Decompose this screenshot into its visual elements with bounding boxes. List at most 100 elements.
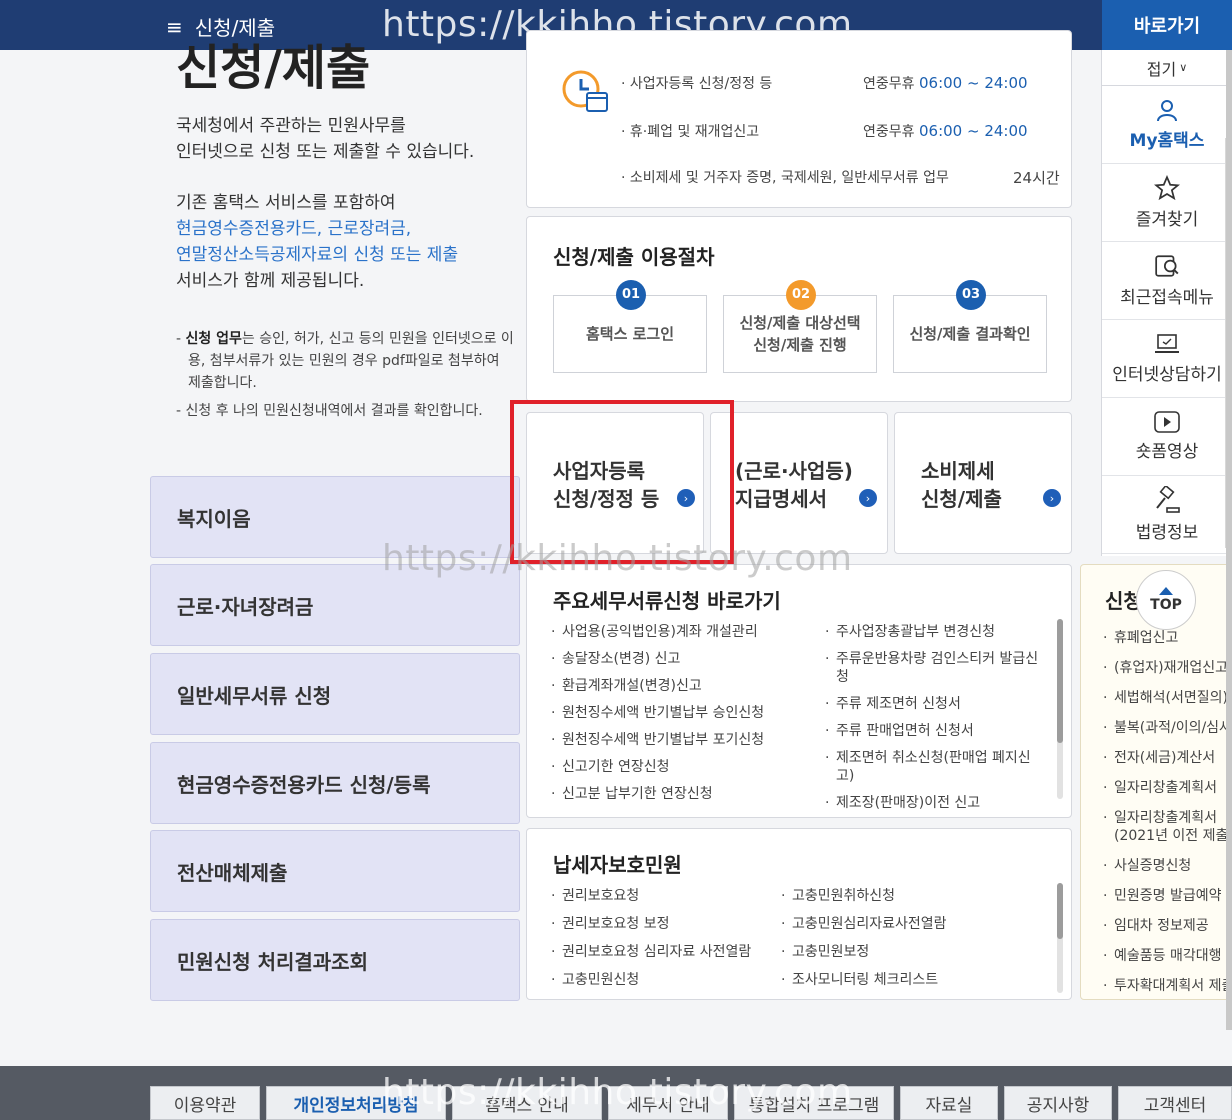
tax-list-2: 고충민원취하신청 고충민원심리자료사전열람 고충민원보정 조사모니터링 체크리스… [781,887,1041,989]
docs-link[interactable]: 원천징수세액 반기별납부 승인신청 [551,704,821,722]
tile-consumption-tax[interactable]: 소비제세 신청/제출 › [894,412,1072,554]
top-button[interactable]: TOP [1136,570,1196,630]
side-item-shorts[interactable]: 숏폼영상 [1102,398,1232,476]
footer-data-room[interactable]: 자료실 [900,1086,998,1120]
hours-row: · 소비제세 및 거주자 증명, 국제세원, 일반세무서류 업무 24시간 [621,167,1060,187]
gavel-icon [1156,486,1180,513]
fold-label: 접기 [1146,59,1177,79]
tax-link[interactable]: 고충민원심리자료사전열람 [781,915,1041,933]
side-item-law[interactable]: 법령정보 [1102,476,1232,554]
tax-link[interactable]: 권리보호요청 [551,887,787,905]
side-item-favorites[interactable]: 즐겨찾기 [1102,164,1232,242]
docs-list-1: 사업용(공익법인용)계좌 개설관리 송달장소(변경) 신고 환급계좌개설(변경)… [551,623,821,803]
application-link[interactable]: 전자(세금)계산서 [1103,749,1232,767]
docs-link[interactable]: 제조면허 취소신청(판매업 폐지신고) [825,749,1049,785]
fold-button[interactable]: 접기 ∨ [1102,50,1232,86]
tile-line: (근로·사업등) [735,459,853,483]
intro-line: 기존 홈택스 서비스를 포함하여 [176,193,396,213]
recent-search-icon [1155,255,1179,277]
tax-link[interactable]: 권리보호요청 보정 [551,915,787,933]
application-link[interactable]: 일자리창출계획서 [1103,779,1232,797]
side-item-recent[interactable]: 최근접속메뉴 [1102,242,1232,320]
taxpayer-protection-panel: 납세자보호민원 권리보호요청 권리보호요청 보정 권리보호요청 심리자료 사전열… [526,828,1072,1000]
step-number: 02 [786,280,816,310]
top-label: TOP [1150,597,1182,613]
big-title: 신청/제출 [176,40,371,96]
quick-link-button[interactable]: 바로가기 [1102,0,1232,50]
intro-highlight: 현금영수증전용카드, 근로장려금, [176,219,412,239]
side-item-label: 숏폼영상 [1135,442,1199,462]
arrow-right-icon: › [859,489,877,507]
docs-link[interactable]: 신고기한 연장신청 [551,758,821,776]
intro-notes: - 신청 업무는 승인, 허가, 신고 등의 민원을 인터넷으로 이용, 첨부서… [176,328,516,428]
hours-value: 24시간 [1013,169,1060,187]
application-link[interactable]: 예술품등 매각대행 [1103,947,1232,965]
clock-calendar-icon [562,70,608,112]
docs-link[interactable]: 신고분 납부기한 연장신청 [551,785,821,803]
docs-link[interactable]: 사업용(공익법인용)계좌 개설관리 [551,623,821,641]
laptop-chat-icon [1155,334,1179,353]
footer-terms[interactable]: 이용약관 [150,1086,260,1120]
application-link[interactable]: 세법해석(서면질의) [1103,689,1232,707]
tile-payment-statement[interactable]: (근로·사업등) 지급명세서 › [710,412,888,554]
docs-link[interactable]: 주류 제조면허 신청서 [825,695,1049,713]
application-link[interactable]: 휴폐업신고 [1103,629,1232,647]
page-scrollbar[interactable] [1226,50,1232,1030]
docs-scrollbar-thumb[interactable] [1057,619,1063,743]
tax-link[interactable]: 고충민원취하신청 [781,887,1041,905]
application-link[interactable]: 사실증명신청 [1103,857,1232,875]
note-bold: 신청 업무 [185,331,242,347]
procedure-title: 신청/제출 이용절차 [553,245,715,269]
application-link[interactable]: 불복(과적/이의/심사) [1103,719,1232,737]
hours-time: 24시간 [1013,167,1060,188]
application-link[interactable]: (휴업자)재개업신고 [1103,659,1232,677]
application-link[interactable]: 민원증명 발급예약 [1103,887,1232,905]
application-link[interactable]: 일자리창출계획서 (2021년 이전 제출) [1103,809,1232,845]
watermark: https://kkihho.tistory.com [382,538,853,579]
docs-link[interactable]: 제조장(판매장)이전 신고 [825,794,1049,812]
intro-line: 서비스가 함께 제공됩니다. [176,271,365,291]
left-menu-result-inquiry[interactable]: 민원신청 처리결과조회 [150,919,520,1001]
tax-link[interactable]: 권리보호요청 심리자료 사전열람 [551,943,787,961]
application-panel: 신청 휴폐업신고 (휴업자)재개업신고 세법해석(서면질의) 불복(과적/이의/… [1080,564,1232,1000]
tax-scrollbar-thumb[interactable] [1057,883,1063,939]
footer-notice[interactable]: 공지사항 [1004,1086,1112,1120]
hours-item: · 사업자등록 신청/정정 등 [621,76,773,92]
intro-highlight: 연말정산소득공제자료의 신청 또는 제출 [176,245,459,265]
arrow-right-icon: › [1043,489,1061,507]
application-link[interactable]: 임대차 정보제공 [1103,917,1232,935]
left-menu-general-docs[interactable]: 일반세무서류 신청 [150,653,520,735]
tile-line: 지급명세서 [735,487,827,511]
left-menu-cash-receipt-card[interactable]: 현금영수증전용카드 신청/등록 [150,742,520,824]
note-item: - 신청 업무는 승인, 허가, 신고 등의 민원을 인터넷으로 이용, 첨부서… [176,328,516,394]
person-icon [1157,100,1177,122]
docs-link[interactable]: 원천징수세액 반기별납부 포기신청 [551,731,821,749]
docs-link[interactable]: 환급계좌개설(변경)신고 [551,677,821,695]
step-line: 신청/제출 진행 [753,336,847,354]
docs-title: 주요세무서류신청 바로가기 [553,589,781,613]
tax-docs-panel: 주요세무서류신청 바로가기 사업용(공익법인용)계좌 개설관리 송달장소(변경)… [526,564,1072,818]
side-item-my-hometax[interactable]: My홈택스 [1102,86,1232,164]
procedure-panel: 신청/제출 이용절차 01 홈택스 로그인 02 신청/제출 대상선택 신청/제출… [526,216,1072,402]
tile-line: 소비제세 [921,459,995,483]
side-item-consult[interactable]: 인터넷상담하기 [1102,320,1232,398]
docs-link[interactable]: 주류운반용차량 검인스티커 발급신청 [825,650,1049,686]
step-number: 01 [616,280,646,310]
note-item: - 신청 후 나의 민원신청내역에서 결과를 확인합니다. [176,403,483,419]
intro-line: 국세청에서 주관하는 민원사무를 [176,116,406,136]
tax-link[interactable]: 고충민원보정 [781,943,1041,961]
hours-time: 연중무휴 06:00 ~ 24:00 [863,73,1028,93]
step-label: 신청/제출 결과확인 [909,325,1031,343]
step-label: 신청/제출 대상선택 신청/제출 진행 [739,312,860,356]
docs-list-2: 주사업장총괄납부 변경신청 주류운반용차량 검인스티커 발급신청 주류 제조면허… [825,623,1049,812]
docs-link[interactable]: 주류 판매업면허 신청서 [825,722,1049,740]
tax-link[interactable]: 조사모니터링 체크리스트 [781,971,1041,989]
intro-paragraph-1: 국세청에서 주관하는 민원사무를 인터넷으로 신청 또는 제출할 수 있습니다. [176,113,474,165]
tax-link[interactable]: 고충민원신청 [551,971,787,989]
left-menu-electronic-media[interactable]: 전산매체제출 [150,830,520,912]
footer-customer-center[interactable]: 고객센터 [1118,1086,1232,1120]
docs-link[interactable]: 주사업장총괄납부 변경신청 [825,623,1049,641]
application-link[interactable]: 투자확대계획서 제출 [1103,977,1232,995]
service-hours-panel: · 사업자등록 신청/정정 등 연중무휴 06:00 ~ 24:00 · 휴·폐… [526,30,1072,208]
docs-link[interactable]: 송달장소(변경) 신고 [551,650,821,668]
